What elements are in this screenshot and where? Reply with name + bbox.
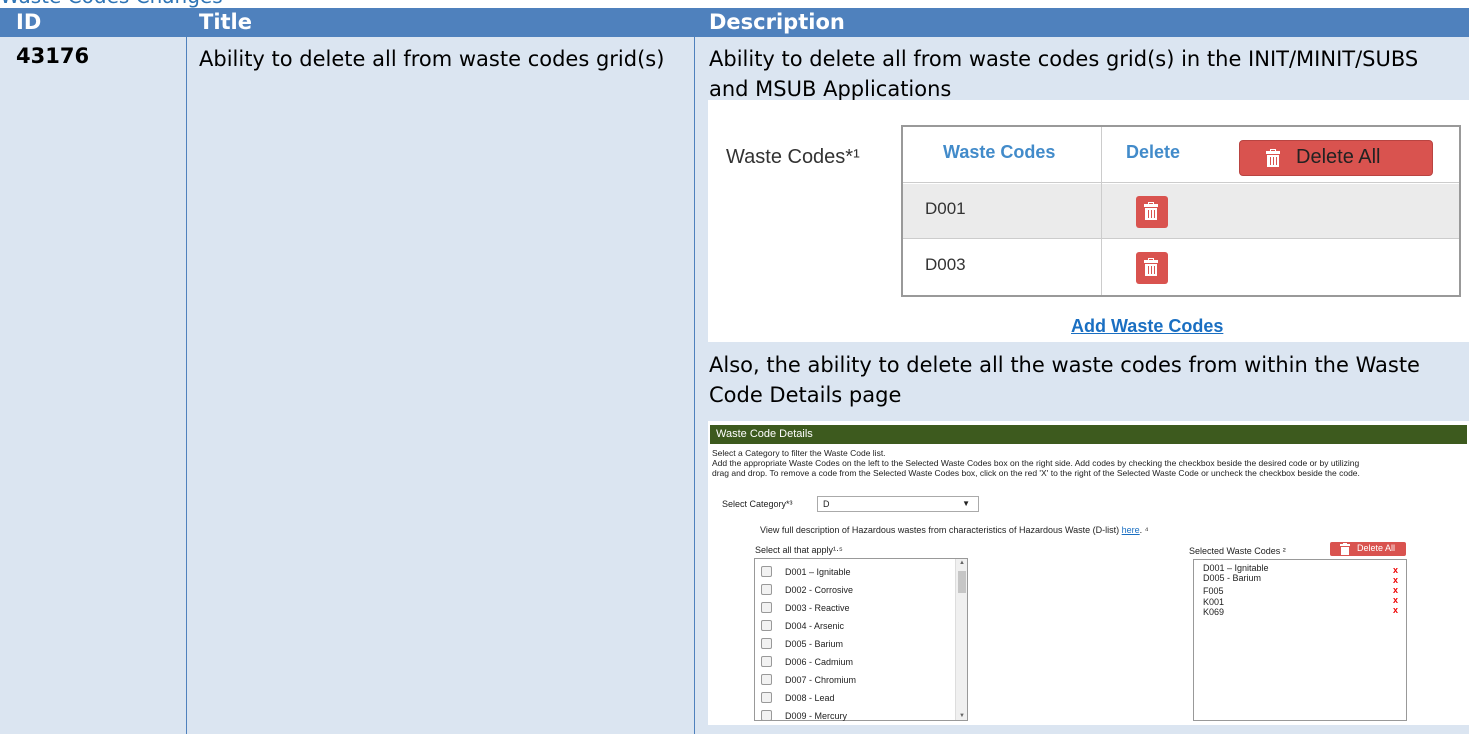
dropdown-arrow-icon: ▼ bbox=[962, 499, 970, 508]
checkbox[interactable] bbox=[761, 692, 772, 703]
trash-icon bbox=[1144, 202, 1158, 220]
list-item[interactable]: K069 bbox=[1203, 607, 1224, 617]
category-label: Select Category*³ bbox=[722, 499, 793, 509]
checkbox[interactable] bbox=[761, 584, 772, 595]
selected-codes-label: Selected Waste Codes ² bbox=[1189, 546, 1286, 556]
add-waste-codes-link[interactable]: Add Waste Codes bbox=[1071, 316, 1223, 337]
checkbox[interactable] bbox=[761, 602, 772, 613]
grid-row: D001 bbox=[903, 184, 1459, 239]
delete-all-button[interactable]: Delete All bbox=[1239, 140, 1433, 176]
delete-row-button[interactable] bbox=[1136, 252, 1168, 284]
waste-code-details-screenshot: Waste Code Details Select a Category to … bbox=[708, 421, 1469, 725]
scroll-thumb[interactable] bbox=[958, 571, 966, 593]
scroll-down-icon[interactable]: ▼ bbox=[959, 713, 965, 719]
waste-codes-grid-screenshot: Waste Codes*¹ Waste Codes Delete Delete … bbox=[708, 100, 1469, 342]
checkbox[interactable] bbox=[761, 656, 772, 667]
header-title: Title bbox=[199, 10, 253, 34]
details-instructions: Select a Category to filter the Waste Co… bbox=[712, 448, 1360, 478]
header-description: Description bbox=[709, 10, 845, 34]
list-item[interactable]: D001 – Ignitable bbox=[1203, 563, 1269, 573]
category-select[interactable]: D ▼ bbox=[817, 496, 979, 512]
cropped-heading: Waste Codes Changes bbox=[0, 0, 1469, 8]
col-waste-codes: Waste Codes bbox=[943, 142, 1056, 162]
view-description-text: View full description of Hazardous waste… bbox=[760, 525, 1149, 535]
checkbox[interactable] bbox=[761, 710, 772, 721]
select-all-label: Select all that apply¹·⁵ bbox=[755, 545, 843, 555]
selected-codes-list[interactable]: D001 – Ignitable x D005 - Barium x F005 … bbox=[1193, 559, 1407, 721]
waste-code-cell: D001 bbox=[925, 199, 966, 218]
remove-x-icon[interactable]: x bbox=[1393, 575, 1398, 585]
column-divider bbox=[186, 37, 187, 734]
available-codes-list[interactable]: D001 – Ignitable D002 - Corrosive D003 -… bbox=[754, 558, 968, 721]
row-description-intro: Ability to delete all from waste codes g… bbox=[709, 47, 1419, 101]
list-item[interactable]: K001 bbox=[1203, 597, 1224, 607]
waste-codes-grid: Waste Codes Delete Delete All D001 D003 bbox=[901, 125, 1461, 297]
grid-header: Waste Codes Delete Delete All bbox=[903, 127, 1459, 183]
row-description-also: Also, the ability to delete all the wast… bbox=[709, 353, 1420, 407]
col-delete: Delete bbox=[1126, 142, 1181, 162]
trash-icon bbox=[1144, 258, 1158, 276]
column-divider bbox=[694, 37, 695, 734]
details-title-bar: Waste Code Details bbox=[710, 425, 1467, 444]
row-title: Ability to delete all from waste codes g… bbox=[199, 47, 665, 71]
checkbox[interactable] bbox=[761, 566, 772, 577]
list-item[interactable]: F005 bbox=[1203, 586, 1224, 596]
remove-x-icon[interactable]: x bbox=[1393, 605, 1398, 615]
delete-all-button[interactable]: Delete All bbox=[1330, 542, 1406, 556]
remove-x-icon[interactable]: x bbox=[1393, 565, 1398, 575]
table-header-row: ID Title Description bbox=[0, 8, 1469, 37]
checkbox[interactable] bbox=[761, 620, 772, 631]
remove-x-icon[interactable]: x bbox=[1393, 595, 1398, 605]
remove-x-icon[interactable]: x bbox=[1393, 585, 1398, 595]
waste-code-cell: D003 bbox=[925, 255, 966, 274]
list-item[interactable]: D005 - Barium bbox=[1203, 573, 1261, 583]
scrollbar[interactable]: ▲ ▼ bbox=[955, 559, 967, 720]
waste-codes-label: Waste Codes*¹ bbox=[726, 146, 860, 168]
grid-row: D003 bbox=[903, 240, 1459, 295]
header-id: ID bbox=[16, 10, 42, 34]
checkbox[interactable] bbox=[761, 638, 772, 649]
here-link[interactable]: here bbox=[1122, 525, 1140, 535]
delete-row-button[interactable] bbox=[1136, 196, 1168, 228]
grid-column-divider bbox=[1101, 127, 1102, 295]
checkbox[interactable] bbox=[761, 674, 772, 685]
row-id: 43176 bbox=[16, 44, 90, 68]
trash-icon bbox=[1340, 543, 1350, 555]
trash-icon bbox=[1266, 149, 1280, 167]
scroll-up-icon[interactable]: ▲ bbox=[959, 560, 965, 566]
